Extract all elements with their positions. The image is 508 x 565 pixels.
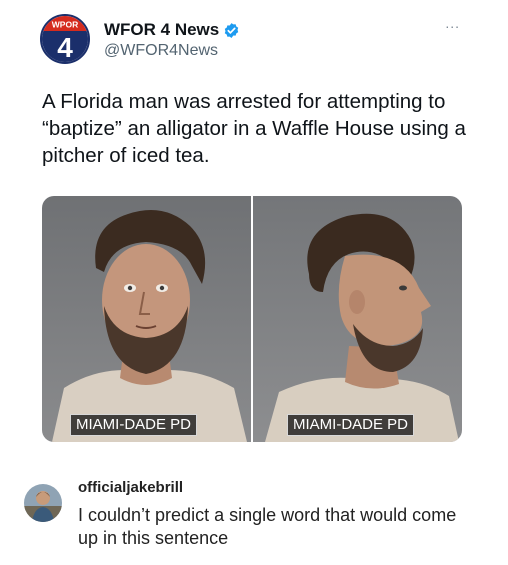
logo-small-text: WPOR [52, 20, 78, 30]
comment-text: I couldn’t predict a single word that wo… [78, 505, 457, 548]
tweet-header: WPOR 4 WFOR 4 News @WFOR4News ... [40, 14, 470, 66]
photo-caption-right: MIAMI-DADE PD [287, 414, 415, 436]
logo-number: 4 [57, 32, 73, 62]
photo-caption-left: MIAMI-DADE PD [70, 414, 198, 436]
display-name[interactable]: WFOR 4 News [104, 20, 219, 40]
tweet-screenshot: WPOR 4 WFOR 4 News @WFOR4News ... A Flor… [0, 0, 508, 565]
display-name-row: WFOR 4 News [104, 20, 240, 40]
more-options-icon[interactable]: ... [445, 16, 460, 30]
mugshot-front-photo[interactable]: MIAMI-DADE PD [42, 196, 251, 442]
author-block: WFOR 4 News @WFOR4News [104, 20, 240, 62]
mugshot-profile-photo[interactable]: MIAMI-DADE PD [253, 196, 462, 442]
wfor-logo-avatar[interactable]: WPOR 4 [40, 14, 90, 64]
commenter-avatar[interactable] [24, 484, 62, 522]
commenter-username[interactable]: officialjakebrill [78, 479, 183, 497]
comment: officialjakebrill I couldn’t predict a s… [16, 470, 486, 560]
tweet-media[interactable]: MIAMI-DADE PD MIAMI-DADE PD [42, 196, 462, 442]
verified-badge-icon [223, 22, 240, 39]
tweet-text: A Florida man was arrested for attemptin… [42, 90, 466, 167]
user-handle[interactable]: @WFOR4News [104, 40, 240, 62]
